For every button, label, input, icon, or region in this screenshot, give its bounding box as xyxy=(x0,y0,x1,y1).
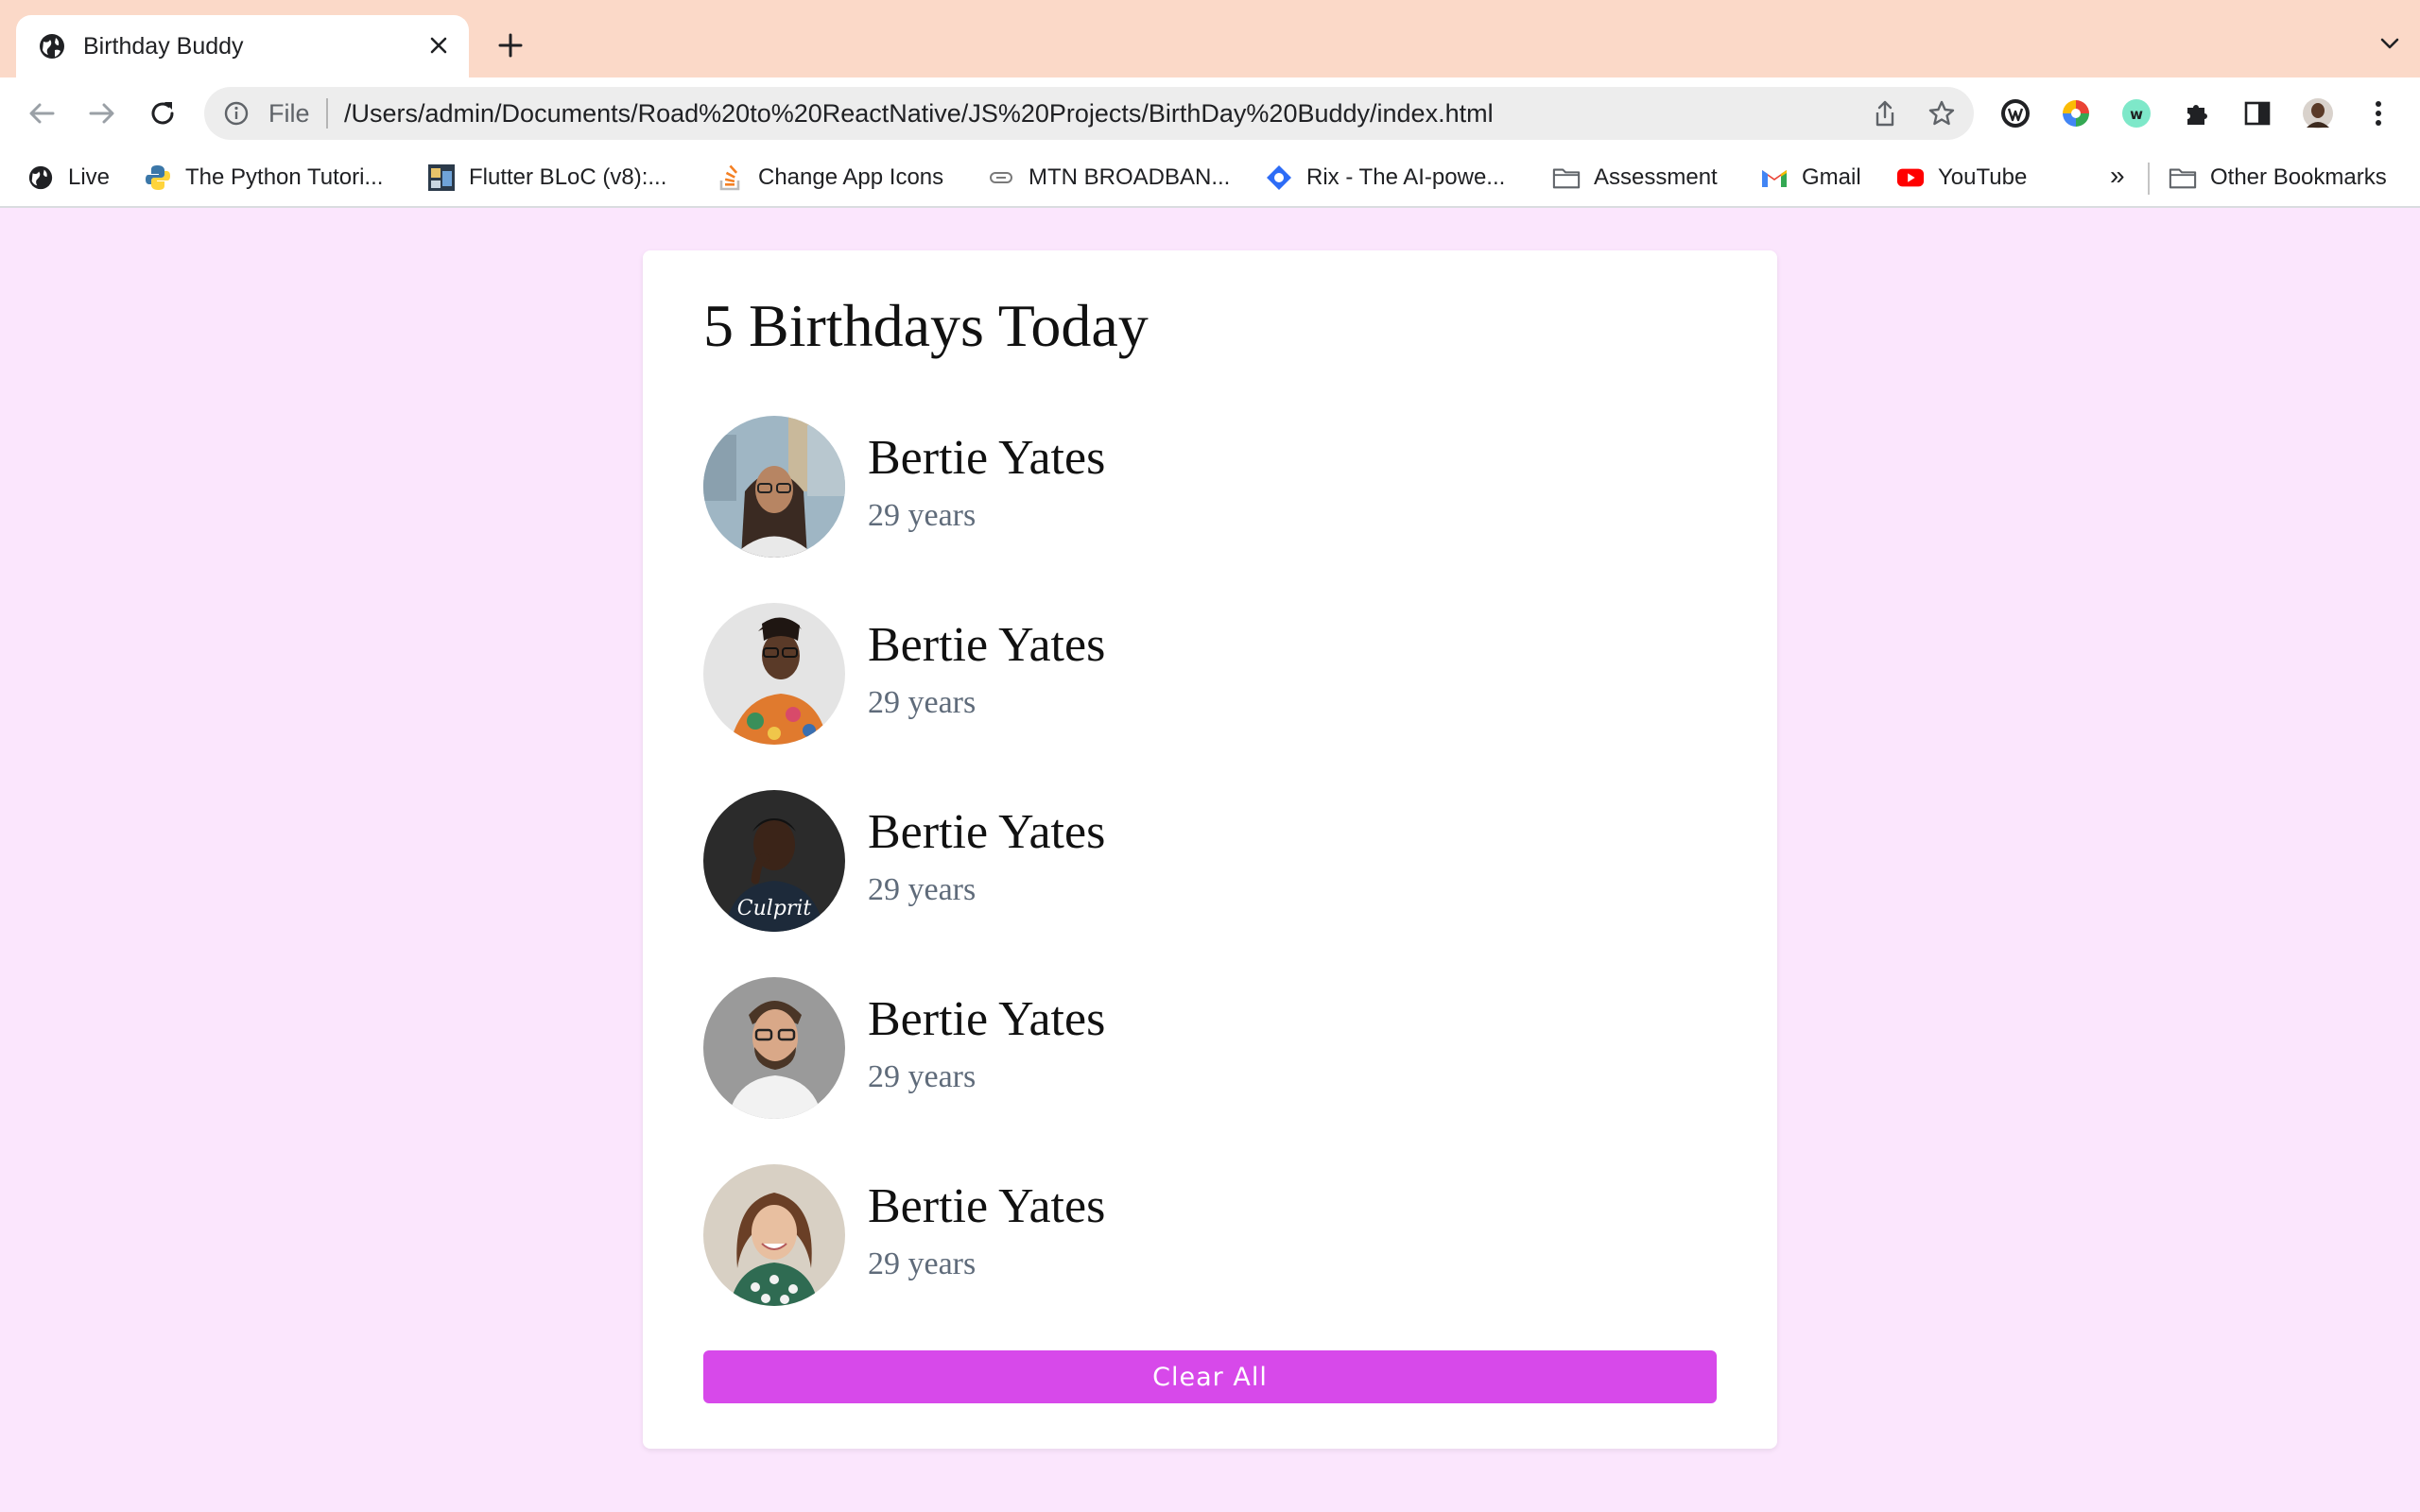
address-bar[interactable]: File /Users/admin/Documents/Road%20to%20… xyxy=(204,87,1974,140)
person-name: Bertie Yates xyxy=(868,618,1106,672)
bookmarks-overflow-button[interactable]: » xyxy=(2110,161,2125,191)
chevron-down-icon[interactable] xyxy=(2371,25,2409,62)
person-name: Bertie Yates xyxy=(868,1179,1106,1233)
avatar xyxy=(703,603,845,745)
puzzle-extensions-icon[interactable] xyxy=(2178,94,2216,132)
bookmark-youtube[interactable]: YouTube xyxy=(1896,161,2027,195)
avatar: Culprit xyxy=(703,790,845,932)
avatar xyxy=(703,1164,845,1306)
bookmark-label: Assessment xyxy=(1594,164,1718,190)
divider xyxy=(2148,163,2150,195)
new-tab-icon[interactable] xyxy=(490,25,531,66)
youtube-icon xyxy=(1896,163,1925,192)
bookmark-label: YouTube xyxy=(1938,164,2028,190)
python-icon xyxy=(144,163,172,192)
star-icon[interactable] xyxy=(1927,98,1957,129)
person-item: Bertie Yates 29 years xyxy=(703,1164,1270,1306)
bookmark-mtn-broadband[interactable]: MTN BROADBAN... xyxy=(987,161,1230,195)
person-name: Bertie Yates xyxy=(868,805,1106,859)
gmail-icon xyxy=(1760,163,1789,192)
person-age: 29 years xyxy=(868,1059,977,1094)
person-age: 29 years xyxy=(868,685,977,720)
bookmark-flutter-bloc[interactable]: Flutter BLoC (v8):... xyxy=(427,161,666,195)
bookmark-label: Change App Icons xyxy=(758,164,944,190)
person-item: Bertie Yates 29 years xyxy=(703,977,1270,1119)
tab-title: Birthday Buddy xyxy=(83,33,244,60)
bookmark-rix[interactable]: Rix - The AI-powe... xyxy=(1265,161,1505,195)
person-item: Bertie Yates 29 years xyxy=(703,603,1270,745)
bookmark-label: Live xyxy=(68,164,111,190)
person-name: Bertie Yates xyxy=(868,431,1106,485)
w-extension-icon[interactable]: w xyxy=(2118,94,2155,132)
person-item: Culprit Bertie Yates 29 years xyxy=(703,790,1270,932)
bookmark-gmail[interactable]: Gmail xyxy=(1760,161,1861,195)
bookmark-python-tutorial[interactable]: The Python Tutori... xyxy=(144,161,383,195)
link-icon xyxy=(987,163,1015,192)
side-panel-icon[interactable] xyxy=(2238,94,2276,132)
bookmark-label: MTN BROADBAN... xyxy=(1028,164,1231,190)
kebab-menu-icon[interactable] xyxy=(2360,94,2397,132)
avatar xyxy=(703,416,845,558)
bookmark-label: Rix - The AI-powe... xyxy=(1306,164,1506,190)
bookmark-label: Flutter BLoC (v8):... xyxy=(469,164,667,190)
person-name: Bertie Yates xyxy=(868,992,1106,1046)
bookmark-folder-assessment[interactable]: Assessment xyxy=(1552,161,1718,195)
bookmark-change-app-icons[interactable]: Change App Icons xyxy=(717,161,943,195)
svg-text:Culprit: Culprit xyxy=(737,897,812,920)
rix-icon xyxy=(1265,163,1293,192)
bookmark-folder-other[interactable]: Other Bookmarks xyxy=(2169,161,2387,195)
url-text[interactable]: /Users/admin/Documents/Road%20to%20React… xyxy=(344,99,1494,128)
person-age: 29 years xyxy=(868,872,977,907)
page-title: 5 Birthdays Today xyxy=(703,292,1149,359)
globe-icon xyxy=(26,163,55,192)
bookmark-live[interactable]: Live xyxy=(26,161,110,195)
share-icon[interactable] xyxy=(1870,98,1900,129)
divider xyxy=(326,98,328,129)
flutter-thumbnail-icon xyxy=(427,163,456,192)
tab-strip: Birthday Buddy xyxy=(0,0,2420,77)
profile-avatar-icon[interactable] xyxy=(2299,94,2337,132)
birthday-card: 5 Birthdays Today Bertie Yates 29 years xyxy=(643,250,1777,1449)
stackoverflow-icon xyxy=(717,163,745,192)
url-scheme-label: File xyxy=(268,99,310,128)
person-age: 29 years xyxy=(868,498,977,533)
bookmark-label: Other Bookmarks xyxy=(2210,164,2387,190)
color-picker-extension-icon[interactable] xyxy=(2057,94,2095,132)
bookmark-label: The Python Tutori... xyxy=(185,164,384,190)
folder-icon xyxy=(1552,163,1581,192)
reload-icon[interactable] xyxy=(140,91,185,136)
avatar xyxy=(703,977,845,1119)
close-icon[interactable] xyxy=(422,28,456,62)
wordpress-extension-icon[interactable] xyxy=(1996,94,2034,132)
person-item: Bertie Yates 29 years xyxy=(703,416,1270,558)
svg-text:w: w xyxy=(2130,106,2143,123)
folder-icon xyxy=(2169,163,2197,192)
person-age: 29 years xyxy=(868,1246,977,1281)
bookmark-label: Gmail xyxy=(1802,164,1861,190)
info-icon[interactable] xyxy=(223,100,250,127)
browser-toolbar: File /Users/admin/Documents/Road%20to%20… xyxy=(0,77,2420,149)
bookmarks-bar: Live The Python Tutori... Flutter BLoC (… xyxy=(0,149,2420,208)
back-arrow-icon[interactable] xyxy=(19,91,64,136)
forward-arrow-icon[interactable] xyxy=(79,91,125,136)
globe-icon xyxy=(38,32,66,60)
browser-tab[interactable]: Birthday Buddy xyxy=(16,15,469,77)
clear-all-button[interactable]: Clear All xyxy=(703,1350,1717,1403)
